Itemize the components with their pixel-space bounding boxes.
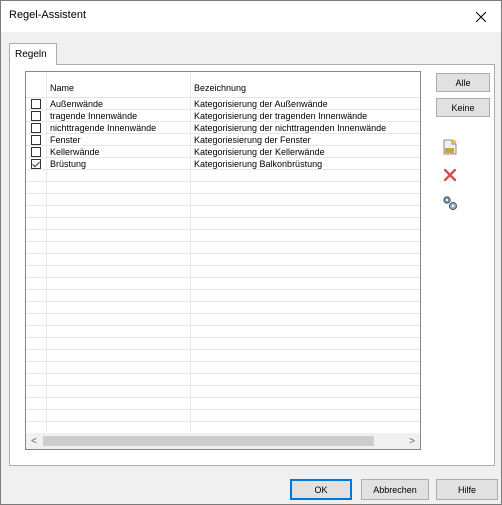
delete-icon	[444, 169, 456, 181]
table-row[interactable]: Kellerwände Kategorisierung der Kellerwän…	[26, 146, 420, 158]
help-label: Hilfe	[457, 484, 476, 495]
row-bezeichnung: Kategorisierung der Kellerwände	[194, 147, 325, 157]
empty-table-row	[26, 266, 420, 278]
empty-table-row	[26, 194, 420, 206]
ok-button[interactable]: OK	[290, 479, 352, 500]
delete-rule-button[interactable]	[441, 166, 459, 184]
empty-table-row	[26, 242, 420, 254]
table-row[interactable]: Außenwände Kategorisierung der Außenwände	[26, 98, 420, 110]
row-check-cell	[26, 98, 46, 110]
select-none-button[interactable]: Keine	[436, 98, 490, 117]
row-checkbox[interactable]	[31, 159, 41, 169]
regel-assistent-dialog: Regel-Assistent Regeln Name Bezeichnung …	[0, 0, 502, 505]
cancel-button[interactable]: Abbrechen	[361, 479, 429, 500]
select-all-label: Alle	[455, 77, 471, 88]
cancel-label: Abbrechen	[373, 484, 417, 495]
row-name: Fenster	[50, 135, 81, 145]
settings-gear-icon	[443, 196, 458, 211]
row-name: tragende Innenwände	[50, 111, 138, 121]
empty-table-row	[26, 206, 420, 218]
empty-table-row	[26, 302, 420, 314]
title-bar: Regel-Assistent	[1, 1, 501, 32]
empty-table-row	[26, 422, 420, 432]
rule-settings-button[interactable]	[441, 194, 459, 212]
empty-table-row	[26, 410, 420, 422]
tab-regeln[interactable]: Regeln	[9, 43, 57, 65]
empty-table-row	[26, 182, 420, 194]
empty-table-row	[26, 386, 420, 398]
empty-table-row	[26, 278, 420, 290]
row-check-cell	[26, 110, 46, 122]
close-button[interactable]	[461, 1, 501, 32]
select-all-button[interactable]: Alle	[436, 73, 490, 92]
row-checkbox[interactable]	[31, 123, 41, 133]
row-bezeichnung: Kategoriesierung der Fenster	[194, 135, 311, 145]
row-check-cell	[26, 146, 46, 158]
column-header-row: Name Bezeichnung	[26, 78, 420, 98]
row-name: nichttragende Innenwände	[50, 123, 157, 133]
table-row[interactable]: tragende Innenwände Kategorisierung der t…	[26, 110, 420, 122]
empty-table-row	[26, 374, 420, 386]
horizontal-scrollbar[interactable]: < >	[26, 433, 420, 449]
column-header-bezeichnung[interactable]: Bezeichnung	[194, 78, 420, 98]
table-row[interactable]: nichttragende Innenwände Kategorisierung …	[26, 122, 420, 134]
new-document-icon	[443, 139, 457, 155]
table-row[interactable]: Fenster Kategoriesierung der Fenster	[26, 134, 420, 146]
empty-table-row	[26, 398, 420, 410]
row-bezeichnung: Kategorisierung Balkonbrüstung	[194, 159, 323, 169]
tab-regeln-label: Regeln	[15, 49, 47, 60]
rules-list-content: Name Bezeichnung Außenwände Kategorisieru…	[26, 72, 420, 432]
row-check-cell	[26, 122, 46, 134]
select-none-label: Keine	[451, 102, 475, 113]
rules-list[interactable]: Name Bezeichnung Außenwände Kategorisieru…	[25, 71, 421, 450]
empty-table-row	[26, 314, 420, 326]
close-icon	[476, 11, 486, 22]
row-name: Kellerwände	[50, 147, 100, 157]
row-bezeichnung: Kategorisierung der Außenwände	[194, 99, 328, 109]
empty-table-row	[26, 362, 420, 374]
row-check-cell	[26, 134, 46, 146]
scrollbar-thumb[interactable]	[43, 436, 374, 446]
empty-table-row	[26, 350, 420, 362]
empty-table-row	[26, 338, 420, 350]
row-check-cell	[26, 158, 46, 170]
empty-table-row	[26, 254, 420, 266]
empty-table-row	[26, 170, 420, 182]
empty-table-row	[26, 290, 420, 302]
new-rule-button[interactable]	[441, 138, 459, 156]
row-checkbox[interactable]	[31, 111, 41, 121]
chevron-left-icon: <	[31, 435, 37, 447]
row-bezeichnung: Kategorisierung der tragenden Innenwände	[194, 111, 368, 121]
row-bezeichnung: Kategorisierung der nichttragenden Innen…	[194, 123, 387, 133]
chevron-right-icon: >	[409, 435, 415, 447]
window-title: Regel-Assistent	[9, 9, 87, 21]
scroll-left-button[interactable]: <	[26, 433, 42, 449]
row-name: Außenwände	[50, 99, 104, 109]
scroll-right-button[interactable]: >	[404, 433, 420, 449]
row-checkbox[interactable]	[31, 147, 41, 157]
help-button[interactable]: Hilfe	[436, 479, 498, 500]
empty-table-row	[26, 218, 420, 230]
row-name: Brüstung	[50, 159, 87, 169]
column-header-name[interactable]: Name	[50, 78, 190, 98]
empty-table-row	[26, 230, 420, 242]
row-checkbox[interactable]	[31, 135, 41, 145]
empty-table-row	[26, 326, 420, 338]
row-checkbox[interactable]	[31, 99, 41, 109]
table-row[interactable]: Brüstung Kategorisierung Balkonbrüstung	[26, 158, 420, 170]
ok-label: OK	[314, 484, 328, 495]
